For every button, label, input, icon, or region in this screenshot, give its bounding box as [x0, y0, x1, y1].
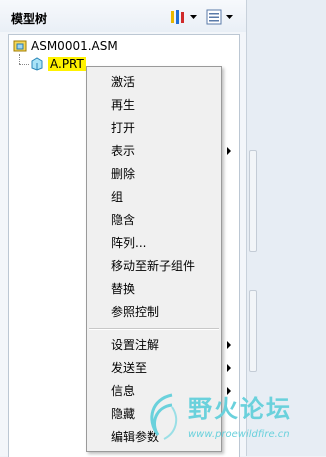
menu-item-reference-control[interactable]: 参照控制 — [111, 303, 159, 321]
menu-item-label: 打开 — [111, 121, 136, 135]
tree-node-root[interactable]: ASM0001.ASM — [13, 39, 118, 53]
menu-item-label: 阵列... — [111, 236, 147, 250]
menu-item-label: 发送至 — [111, 361, 148, 375]
tree-node-label: A.PRT — [48, 57, 86, 71]
menu-item-label: 信息 — [111, 384, 136, 398]
splitter-handle[interactable] — [249, 150, 257, 252]
watermark-url: www.proewildfire.cn — [188, 429, 290, 440]
menu-item-label: 移动至新子组件 — [111, 259, 196, 273]
menu-item-move-to-subassembly[interactable]: 移动至新子组件 — [111, 257, 195, 275]
menu-item-delete[interactable]: 删除 — [111, 165, 135, 183]
menu-item-hide[interactable]: 隐藏 — [111, 405, 135, 423]
panel-header: 模型树 — [0, 0, 246, 32]
chevron-down-icon — [226, 15, 233, 19]
menu-item-label: 替换 — [111, 282, 136, 296]
menu-item-send-to[interactable]: 发送至 — [111, 359, 231, 377]
submenu-arrow-icon — [227, 364, 231, 372]
part-icon — [31, 57, 43, 71]
chevron-down-icon — [190, 15, 197, 19]
submenu-arrow-icon — [227, 147, 231, 155]
menu-item-label: 组 — [111, 190, 124, 204]
menu-item-activate[interactable]: 激活 — [111, 73, 135, 91]
menu-item-label: 隐含 — [111, 213, 136, 227]
menu-item-represent[interactable]: 表示 — [111, 142, 231, 160]
menu-item-label: 删除 — [111, 167, 136, 181]
watermark-title: 野火论坛 — [188, 395, 292, 423]
watermark-logo-icon — [150, 393, 178, 440]
tree-connector — [19, 64, 29, 65]
menu-item-setup-annotation[interactable]: 设置注解 — [111, 336, 231, 354]
menu-item-suppress[interactable]: 隐含 — [111, 211, 135, 229]
tree-node-part[interactable]: A.PRT — [30, 57, 86, 71]
tree-node-label: ASM0001.ASM — [31, 39, 118, 53]
menu-item-open[interactable]: 打开 — [111, 119, 135, 137]
menu-item-label: 参照控制 — [111, 305, 160, 319]
menu-item-label: 隐藏 — [111, 407, 136, 421]
menu-item-label: 再生 — [111, 98, 136, 112]
splitter-handle[interactable] — [249, 290, 257, 372]
menu-item-regenerate[interactable]: 再生 — [111, 96, 135, 114]
submenu-arrow-icon — [227, 341, 231, 349]
menu-item-label: 激活 — [111, 75, 136, 89]
menu-item-label: 设置注解 — [111, 338, 160, 352]
show-dropdown-button[interactable] — [206, 7, 233, 27]
tools-dropdown-button[interactable] — [170, 7, 197, 27]
menu-item-pattern[interactable]: 阵列... — [111, 234, 146, 252]
watermark: 野火论坛 www.proewildfire.cn — [148, 383, 324, 455]
menu-separator — [89, 328, 219, 330]
settings-tools-icon — [171, 10, 184, 24]
assembly-icon — [13, 40, 27, 52]
menu-item-label: 表示 — [111, 144, 136, 158]
menu-item-group[interactable]: 组 — [111, 188, 123, 206]
panel-title: 模型树 — [11, 12, 48, 26]
menu-item-replace[interactable]: 替换 — [111, 280, 135, 298]
tree-connector — [19, 54, 20, 64]
list-settings-icon — [206, 9, 222, 25]
